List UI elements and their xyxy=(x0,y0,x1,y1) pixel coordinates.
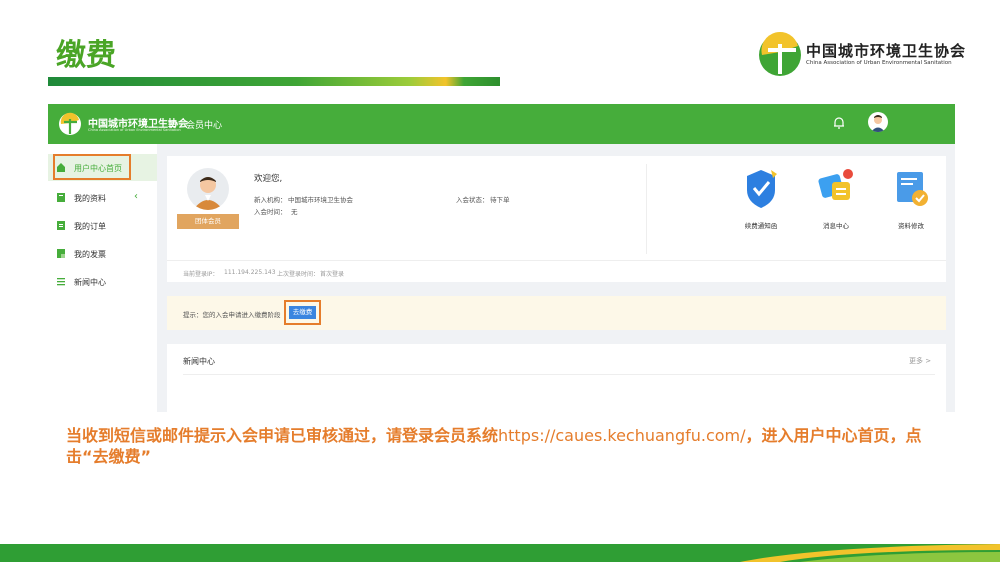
sidebar-item-label: 新闻中心 xyxy=(74,278,106,287)
status-label: 入会状态： xyxy=(456,196,489,204)
order-icon xyxy=(57,221,65,230)
news-more-link[interactable]: 更多 > xyxy=(909,356,931,366)
sidebar-item-label: 我的订单 xyxy=(74,222,106,231)
instruction-caption: 当收到短信或邮件提示入会申请已审核通过，请登录会员系统https://caues… xyxy=(66,425,946,467)
news-title: 新闻中心 xyxy=(183,357,215,366)
login-info-bar: 当前登录IP： 111.194.225.143 上次登录时间： 首次登录 xyxy=(167,260,946,282)
chevron-left-icon: ‹ xyxy=(134,191,138,202)
shield-check-icon xyxy=(747,170,777,208)
quick-link-label: 资料修改 xyxy=(898,222,924,230)
news-card: 新闻中心 更多 > xyxy=(167,344,946,412)
news-divider xyxy=(183,374,935,375)
sidebar-home-highlight xyxy=(53,154,131,180)
org-value: 中国城市环境卫生协会 xyxy=(288,196,353,204)
bell-icon[interactable] xyxy=(832,116,846,130)
sidebar-item-label: 我的发票 xyxy=(74,250,106,259)
quick-link-edit-profile[interactable]: 资料修改 xyxy=(881,166,941,238)
tip-text: 提示：您的入会申请进入缴费阶段 xyxy=(183,311,281,319)
footer-bar xyxy=(0,544,1000,562)
welcome-text: 欢迎您, xyxy=(254,174,283,184)
payment-tip-bar: 提示：您的入会申请进入缴费阶段 去缴费 xyxy=(167,296,946,330)
sidebar-item-profile[interactable]: 我的资料 ‹ xyxy=(48,184,157,211)
message-icon xyxy=(818,169,853,200)
sidebar-item-orders[interactable]: 我的订单 xyxy=(48,212,157,239)
invoice-icon xyxy=(57,249,65,258)
slide-title: 缴费 xyxy=(56,38,116,73)
edit-profile-icon xyxy=(897,172,928,206)
user-avatar[interactable] xyxy=(868,112,888,132)
status-value: 待下单 xyxy=(490,196,510,204)
join-time-value: 无 xyxy=(291,208,298,216)
sidebar-item-invoices[interactable]: 我的发票 xyxy=(48,240,157,267)
last-login-label: 上次登录时间： xyxy=(277,271,320,278)
group-member-badge: 团体会员 xyxy=(177,214,239,229)
profile-icon xyxy=(57,193,65,202)
app-screenshot: 中国城市环境卫生协会 China Association of Urban En… xyxy=(48,104,955,412)
user-info-card: 团体会员 欢迎您, 新入机构： 中国城市环境卫生协会 入会时间： 无 入会状态：… xyxy=(167,156,946,282)
org-label: 新入机构： xyxy=(254,196,287,204)
login-ip-label: 当前登录IP： xyxy=(183,271,219,278)
card-divider xyxy=(646,164,647,254)
member-avatar xyxy=(187,168,229,210)
quick-link-label: 续费通知函 xyxy=(744,222,778,230)
go-pay-button[interactable]: 去缴费 xyxy=(289,306,316,319)
app-logo-icon xyxy=(59,112,81,135)
sidebar-item-news[interactable]: 新闻中心 xyxy=(48,268,157,295)
quick-link-renewal[interactable]: 续费通知函 xyxy=(731,166,791,238)
last-login-value: 首次登录 xyxy=(320,271,345,278)
slide: 缴费 中国城市环境卫生协会 China Association of Urban… xyxy=(0,0,1000,562)
login-ip-value: 111.194.225.143 xyxy=(224,269,276,276)
hamburger-menu-icon[interactable]: ≡ xyxy=(167,117,177,131)
avatar-person-icon xyxy=(871,115,885,132)
app-sidebar: 用户中心首页 我的资料 ‹ 我的订单 我的发票 新闻中心 xyxy=(48,144,157,412)
footer-swoosh-decoration xyxy=(740,544,1000,562)
logo-text-en: China Association of Urban Environmental… xyxy=(806,60,952,66)
caption-prefix: 当收到短信或邮件提示入会申请已审核通过，请登录会员系统 xyxy=(66,426,499,445)
quick-link-label: 消息中心 xyxy=(823,222,849,230)
avatar-person-icon xyxy=(193,177,223,210)
pay-button-highlight: 去缴费 xyxy=(284,300,321,325)
logo-text-cn: 中国城市环境卫生协会 xyxy=(806,42,967,60)
join-time-label: 入会时间： xyxy=(254,208,287,216)
member-center-link[interactable]: 会员中心 xyxy=(186,118,222,131)
list-icon xyxy=(57,278,65,286)
caption-url: https://caues.kechuangfu.com/ xyxy=(498,426,746,445)
quick-link-messages[interactable]: 消息中心 xyxy=(806,166,866,238)
sidebar-item-label: 我的资料 xyxy=(74,194,106,203)
app-topbar: 中国城市环境卫生协会 China Association of Urban En… xyxy=(48,104,955,144)
title-underline xyxy=(48,77,500,86)
